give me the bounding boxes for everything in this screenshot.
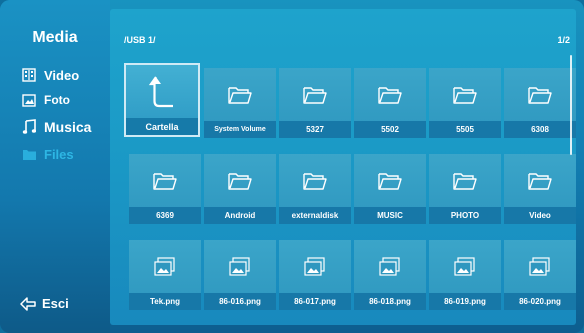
folder-icon [228, 86, 252, 104]
tile-label: 5505 [429, 121, 501, 138]
tile-folder[interactable]: 5327 [279, 68, 351, 138]
sidebar-item-label: Foto [44, 93, 70, 107]
tile-image-file[interactable]: 86-019.png [429, 240, 501, 310]
tile-label: PHOTO [429, 207, 501, 224]
image-file-icon [379, 256, 400, 276]
photo-icon [20, 92, 38, 108]
tile-image-file[interactable]: 86-017.png [279, 240, 351, 310]
sidebar-item-label: Video [44, 67, 80, 83]
tile-folder[interactable]: 5505 [429, 68, 501, 138]
sidebar-item-label: Files [44, 146, 74, 162]
folder-icon [303, 172, 327, 190]
tile-label: externaldisk [279, 207, 351, 224]
tile-label: Cartella [126, 118, 198, 135]
tile-label: 86-018.png [354, 293, 426, 310]
tile-folder[interactable]: Video [504, 154, 576, 224]
tile-label: 86-017.png [279, 293, 351, 310]
sidebar [0, 0, 110, 333]
scrollbar[interactable] [570, 55, 572, 155]
sidebar-item-files[interactable]: Files [20, 144, 74, 164]
folder-icon [528, 172, 552, 190]
breadcrumb-path: /USB 1/ [124, 35, 156, 45]
folder-icon [153, 172, 177, 190]
tile-label: 5327 [279, 121, 351, 138]
tile-image-file[interactable]: 86-020.png [504, 240, 576, 310]
back-arrow-icon [20, 296, 36, 311]
image-file-icon [529, 256, 550, 276]
folder-icon [378, 86, 402, 104]
tile-folder[interactable]: 6369 [129, 154, 201, 224]
sidebar-item-foto[interactable]: Foto [20, 90, 70, 110]
sidebar-item-video[interactable]: Video [20, 65, 79, 85]
sidebar-title: Media [32, 29, 78, 46]
tile-label: 6308 [504, 121, 576, 138]
tile-label: MUSIC [354, 207, 426, 224]
tile-image-file[interactable]: 86-018.png [354, 240, 426, 310]
sidebar-item-label: Musica [44, 119, 92, 135]
tile-label: 86-016.png [204, 293, 276, 310]
folder-icon [303, 86, 327, 104]
up-arrow-icon [148, 75, 173, 107]
folder-icon [528, 86, 552, 104]
folder-icon [228, 172, 252, 190]
tile-label: Android [204, 207, 276, 224]
tile-folder[interactable]: PHOTO [429, 154, 501, 224]
image-file-icon [229, 256, 250, 276]
tile-up-folder[interactable]: Cartella [124, 63, 200, 137]
exit-button[interactable]: Esci [20, 296, 69, 311]
tile-folder[interactable]: MUSIC [354, 154, 426, 224]
video-icon [20, 67, 38, 83]
page-indicator: 1/2 [557, 35, 570, 45]
tile-folder[interactable]: Android [204, 154, 276, 224]
tile-label: 86-019.png [429, 293, 501, 310]
image-file-icon [304, 256, 325, 276]
music-icon [20, 119, 38, 135]
exit-label: Esci [42, 296, 69, 311]
folder-icon [20, 146, 38, 162]
folder-icon [453, 86, 477, 104]
image-file-icon [454, 256, 475, 276]
tile-folder[interactable]: 5502 [354, 68, 426, 138]
folder-icon [453, 172, 477, 190]
tile-label: 86-020.png [504, 293, 576, 310]
tile-image-file[interactable]: 86-016.png [204, 240, 276, 310]
image-file-icon [154, 256, 175, 276]
tile-label: 6369 [129, 207, 201, 224]
tile-folder[interactable]: 6308 [504, 68, 576, 138]
tile-folder[interactable]: externaldisk [279, 154, 351, 224]
tile-label: Tek.png [129, 293, 201, 310]
sidebar-item-musica[interactable]: Musica [20, 117, 91, 137]
tile-label: Video [504, 207, 576, 224]
folder-icon [378, 172, 402, 190]
tile-image-file[interactable]: Tek.png [129, 240, 201, 310]
tile-label: 5502 [354, 121, 426, 138]
tile-folder[interactable]: System Volume [204, 68, 276, 138]
media-window: Media Video Foto Musica Files Esci /USB … [0, 0, 584, 333]
tile-label: System Volume [204, 121, 276, 138]
